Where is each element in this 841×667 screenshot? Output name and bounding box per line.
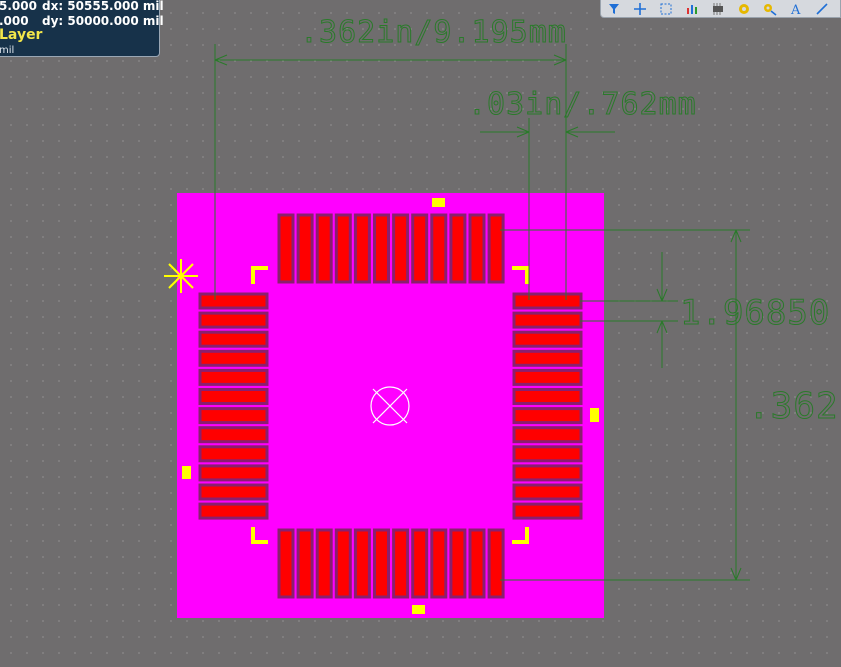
dim-pitch-label: .03in/.762mm [468,87,697,122]
pad-right[interactable] [512,464,583,482]
pad-top[interactable] [373,213,390,284]
coordinate-hud: 5.000 dx: 50555.000 mil .000 dy: 50000.0… [0,0,164,57]
pad-top[interactable] [353,213,371,284]
pad-bottom[interactable] [296,528,314,599]
pad-left[interactable] [198,388,269,405]
pad-top[interactable] [411,213,429,284]
pad-top[interactable] [334,213,352,284]
pad-left[interactable] [198,311,269,329]
filter-icon[interactable] [601,1,627,17]
pad-bottom[interactable] [315,528,333,599]
active-bar-toolbar: A [600,0,841,18]
silk-mark-top [432,198,445,207]
pad-bottom[interactable] [430,528,448,599]
via-circle-icon[interactable] [731,1,757,17]
hud-y-value: .000 [0,14,29,28]
pad-bottom[interactable] [373,528,390,599]
pad-bottom[interactable] [468,528,486,599]
pad-key-icon[interactable] [757,1,783,17]
pad-top[interactable] [392,213,410,284]
dim-right-label: .362 [748,386,839,427]
crosshair-add-icon[interactable] [627,1,653,17]
pad-top[interactable] [430,213,448,284]
pad-right[interactable] [512,368,583,386]
pad-left[interactable] [198,407,269,425]
pad-left[interactable] [198,483,269,501]
pad-right[interactable] [512,426,583,444]
silk-mark-bottom [412,605,425,614]
pad-left[interactable] [198,368,269,386]
pad-top[interactable] [487,213,505,284]
pad-bottom[interactable] [353,528,371,599]
pad-top[interactable] [315,213,333,284]
pad-bottom[interactable] [277,528,295,599]
pad-left[interactable] [198,292,269,310]
hud-x-value: 5.000 [0,0,37,13]
dim-pad-label: 1.96850 [680,293,830,333]
hud-dy-value: dy: 50000.000 mil [42,14,164,28]
chart-bars-icon[interactable] [679,1,705,17]
pad-top[interactable] [449,213,467,284]
silk-mark-left [182,466,191,479]
pad-right[interactable] [512,292,583,310]
text-icon[interactable]: A [783,1,809,17]
pad-left[interactable] [198,445,269,463]
pad-left[interactable] [198,349,269,367]
pad-right[interactable] [512,502,583,520]
hud-dx-value: dx: 50555.000 mil [42,0,164,13]
pad-left[interactable] [198,426,269,444]
pad-right[interactable] [512,407,583,425]
svg-text:A: A [790,3,801,16]
silk-mark-right [590,408,599,422]
origin-star-icon[interactable] [164,259,198,293]
pad-top[interactable] [468,213,486,284]
component-icon[interactable] [705,1,731,17]
pad-bottom[interactable] [449,528,467,599]
pcb-canvas[interactable]: .362in/9.195mm .03in/.762mm 1.96850 .362 [0,0,841,667]
pad-top[interactable] [277,213,295,284]
hud-layer-name: Layer [0,27,43,43]
select-rect-icon[interactable] [653,1,679,17]
dim-top-label: .362in/9.195mm [300,15,567,50]
pad-right[interactable] [512,330,583,348]
hud-unit: mil [0,45,15,56]
pad-right[interactable] [512,349,583,367]
pad-left[interactable] [198,502,269,520]
pad-right[interactable] [512,483,583,501]
pad-right[interactable] [512,388,583,405]
line-icon[interactable] [809,1,835,17]
pad-right[interactable] [512,311,583,329]
pad-left[interactable] [198,330,269,348]
pad-bottom[interactable] [392,528,410,599]
pad-bottom[interactable] [334,528,352,599]
pad-bottom[interactable] [487,528,505,599]
pad-bottom[interactable] [411,528,429,599]
pad-top[interactable] [296,213,314,284]
pad-left[interactable] [198,464,269,482]
pad-right[interactable] [512,445,583,463]
